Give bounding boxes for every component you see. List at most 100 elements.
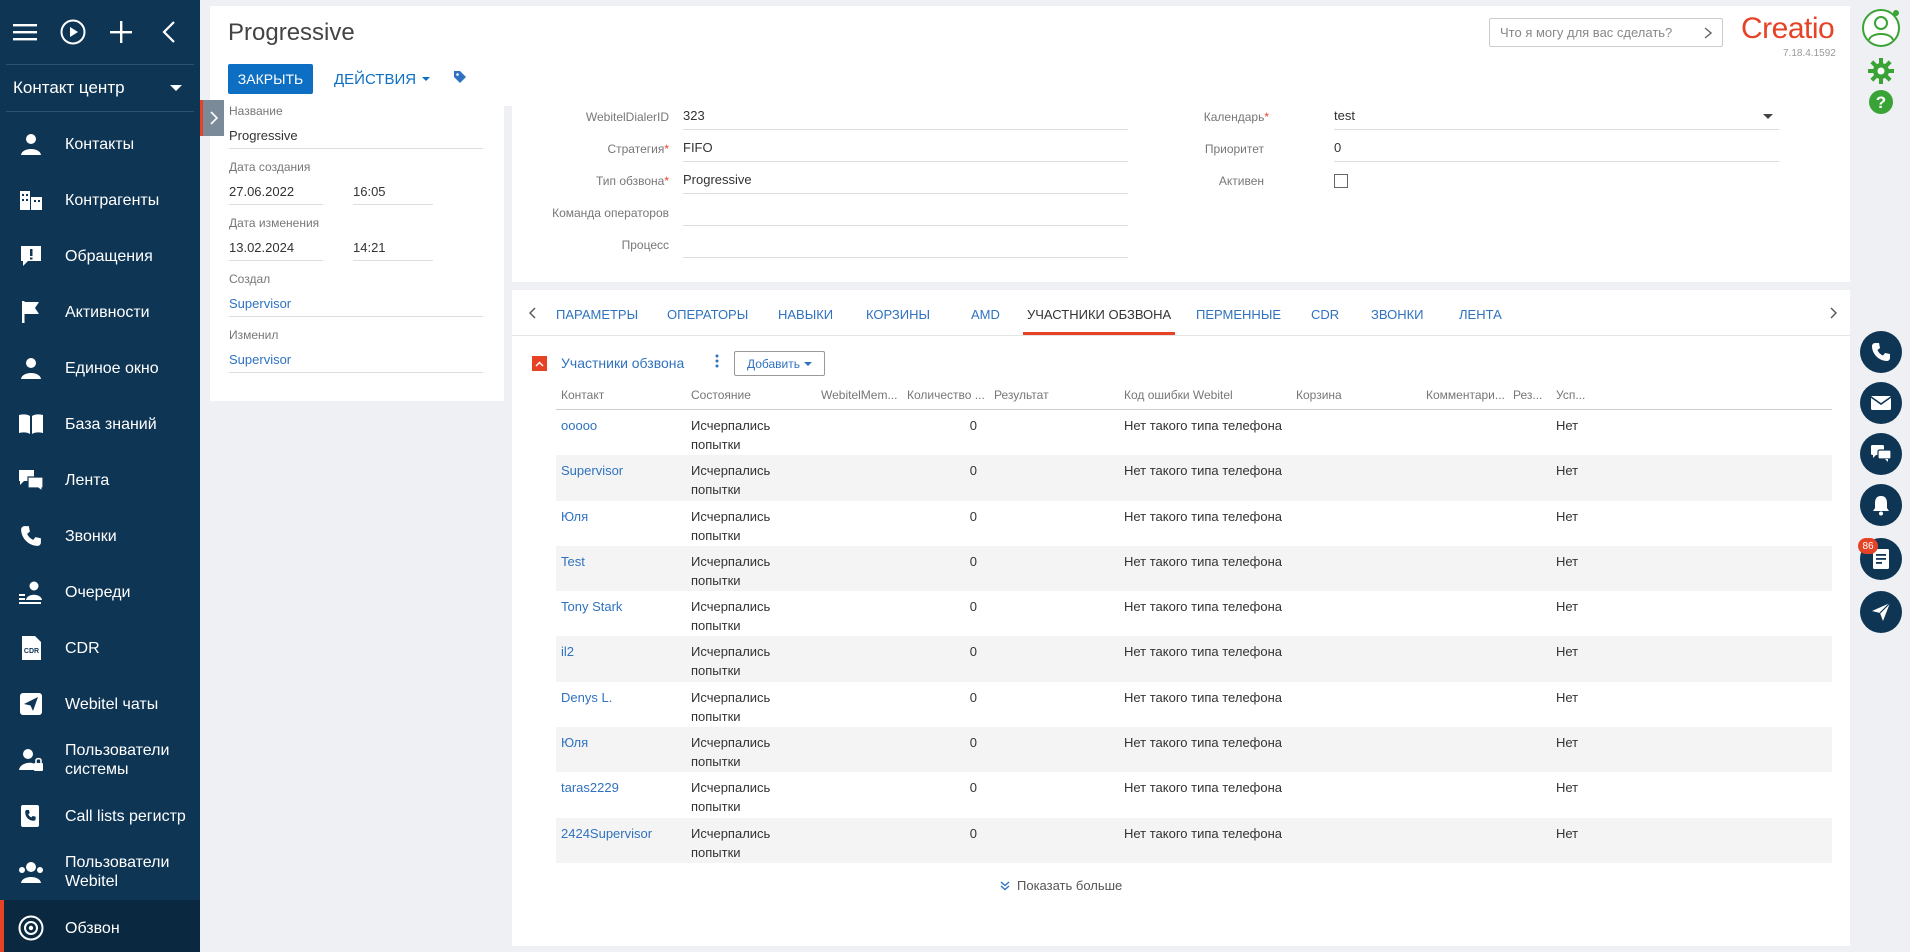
plus-icon[interactable] — [108, 19, 134, 45]
tab-2[interactable]: НАВЫКИ — [778, 307, 833, 322]
column-header-9[interactable]: Усп... — [1556, 388, 1596, 402]
modified-time-field[interactable]: 14:21 — [353, 240, 433, 261]
name-field[interactable]: Progressive — [229, 128, 483, 149]
table-row[interactable]: Юля Исчерпались 0 Нет такого типа телефона Н… — [556, 501, 1832, 546]
column-header-4[interactable]: Результат — [994, 388, 1114, 402]
sidebar-item-6[interactable]: Лента — [0, 452, 200, 508]
column-header-8[interactable]: Рез... — [1513, 388, 1551, 402]
workplace-selector[interactable]: Контакт центр — [0, 65, 200, 111]
modified-by-link[interactable]: Supervisor — [229, 352, 483, 373]
contact-link[interactable]: Denys L. — [561, 688, 612, 707]
modified-date-field[interactable]: 13.02.2024 — [229, 240, 323, 261]
table-row[interactable]: ooooo Исчерпались 0 Нет такого типа телефон… — [556, 410, 1832, 455]
email-button[interactable] — [1860, 382, 1902, 424]
sidebar-item-7[interactable]: Звонки — [0, 508, 200, 564]
sidebar-item-3[interactable]: Активности — [0, 284, 200, 340]
dialer-type-field[interactable]: Progressive — [683, 172, 1128, 194]
contact-link[interactable]: il2 — [561, 642, 574, 661]
expand-panel-button[interactable] — [200, 100, 224, 136]
sidebar-item-13[interactable]: Пользователи Webitel — [0, 844, 200, 900]
tab-7[interactable]: CDR — [1311, 307, 1339, 322]
sidebar-item-11[interactable]: Пользователи системы — [0, 732, 200, 788]
sidebar-item-14[interactable]: Обзвон — [0, 900, 200, 952]
tab-5[interactable]: УЧАСТНИКИ ОБЗВОНА — [1022, 307, 1176, 335]
tabs-scroll-right-icon[interactable] — [1830, 306, 1838, 322]
tab-3[interactable]: КОРЗИНЫ — [866, 307, 930, 322]
send-message-button[interactable] — [1860, 591, 1902, 633]
tab-8[interactable]: ЗВОНКИ — [1371, 307, 1424, 322]
operators-team-field[interactable] — [683, 204, 1128, 226]
sidebar-item-4[interactable]: Единое окно — [0, 340, 200, 396]
tab-1[interactable]: ОПЕРАТОРЫ — [667, 307, 748, 322]
sidebar-item-5[interactable]: База знаний — [0, 396, 200, 452]
created-date-field[interactable]: 27.06.2022 — [229, 184, 323, 205]
column-header-5[interactable]: Код ошибки Webitel — [1124, 388, 1284, 402]
table-row[interactable]: Tony Stark Исчерпались 0 Нет такого типа те… — [556, 591, 1832, 636]
feed-icon — [16, 465, 46, 495]
contact-link[interactable]: Supervisor — [561, 461, 623, 480]
state-cell-line2: попытки — [691, 663, 741, 679]
process-field[interactable] — [683, 236, 1128, 258]
sidebar-item-2[interactable]: Обращения — [0, 228, 200, 284]
dialer-id-field[interactable]: 323 — [683, 108, 1128, 130]
chat-button[interactable] — [1860, 433, 1902, 475]
sidebar-item-9[interactable]: CDR CDR — [0, 620, 200, 676]
table-row[interactable]: il2 Исчерпались 0 Нет такого типа телефона Н… — [556, 636, 1832, 682]
priority-field[interactable]: 0 — [1334, 140, 1779, 162]
table-row[interactable]: Юля Исчерпались 0 Нет такого типа телефона Н… — [556, 727, 1832, 773]
table-row[interactable]: Supervisor Исчерпались 0 Нет такого типа те… — [556, 455, 1832, 501]
column-header-0[interactable]: Контакт — [561, 388, 681, 402]
table-row[interactable]: Test Исчерпались 0 Нет такого типа телефона… — [556, 545, 1832, 592]
actions-button[interactable]: ДЕЙСТВИЯ — [334, 64, 431, 94]
contact-link[interactable]: Test — [561, 552, 585, 571]
calendar-dropdown[interactable]: test — [1334, 108, 1779, 130]
created-by-link[interactable]: Supervisor — [229, 296, 483, 317]
detail-panel: ПАРАМЕТРЫ ОПЕРАТОРЫ НАВЫКИ КОРЗИНЫ AMD УЧАСТН… — [512, 290, 1850, 946]
created-time-field[interactable]: 16:05 — [353, 184, 433, 205]
close-button[interactable]: ЗАКРЫТЬ — [228, 64, 313, 94]
table-row[interactable]: taras2229 Исчерпались 0 Нет такого типа тел… — [556, 772, 1832, 817]
table-row[interactable]: Denys L. Исчерпались 0 Нет такого типа теле… — [556, 682, 1832, 727]
collapse-group-button[interactable] — [532, 356, 547, 371]
tab-0[interactable]: ПАРАМЕТРЫ — [556, 307, 638, 322]
contact-link[interactable]: Tony Stark — [561, 597, 622, 616]
menu-icon[interactable] — [12, 19, 38, 45]
table-row[interactable]: 2424Supervisor Исчерпались 0 Нет такого тип… — [556, 817, 1832, 863]
contact-link[interactable]: Юля — [561, 507, 588, 526]
tabs-scroll-left-icon[interactable] — [528, 306, 536, 322]
play-icon[interactable] — [60, 19, 86, 45]
notifications-button[interactable] — [1860, 484, 1902, 526]
gear-icon[interactable] — [1868, 58, 1894, 84]
profile-avatar-icon[interactable] — [1861, 8, 1901, 48]
tag-icon[interactable] — [453, 70, 467, 89]
strategy-field[interactable]: FIFO — [683, 140, 1128, 162]
show-more-button[interactable]: Показать больше — [1000, 878, 1122, 893]
column-header-6[interactable]: Корзина — [1296, 388, 1416, 402]
contact-link[interactable]: 2424Supervisor — [561, 824, 652, 843]
column-header-3[interactable]: Количество ... — [907, 388, 987, 402]
active-checkbox[interactable] — [1334, 174, 1348, 188]
contact-link[interactable]: taras2229 — [561, 778, 619, 797]
contact-link[interactable]: Юля — [561, 733, 588, 752]
column-header-7[interactable]: Комментари... — [1426, 388, 1504, 402]
collapse-left-icon[interactable] — [156, 19, 182, 45]
detail-menu-icon[interactable] — [715, 354, 719, 373]
contact-link[interactable]: ooooo — [561, 416, 597, 435]
column-header-2[interactable]: WebitelMem... — [821, 388, 899, 402]
error-code-cell: Нет такого типа телефона — [1124, 825, 1283, 841]
add-participant-button[interactable]: Добавить — [734, 351, 825, 376]
tab-9[interactable]: ЛЕНТА — [1459, 307, 1502, 322]
sidebar-item-label: Webitel чаты — [65, 695, 159, 713]
tab-4[interactable]: AMD — [971, 307, 1000, 322]
user-lock-icon — [16, 745, 46, 775]
sidebar-item-0[interactable]: Контакты — [0, 116, 200, 172]
help-icon[interactable]: ? — [1868, 89, 1894, 115]
sidebar-item-8[interactable]: Очереди — [0, 564, 200, 620]
sidebar-item-1[interactable]: Контрагенты — [0, 172, 200, 228]
column-header-1[interactable]: Состояние — [691, 388, 811, 402]
tab-6[interactable]: ПЕРМЕННЫЕ — [1196, 307, 1281, 322]
sidebar-item-12[interactable]: Call lists регистр — [0, 788, 200, 844]
sidebar-item-10[interactable]: Webitel чаты — [0, 676, 200, 732]
phone-call-button[interactable] — [1860, 331, 1902, 373]
command-search-input[interactable]: Что я могу для вас сделать? — [1489, 18, 1723, 47]
